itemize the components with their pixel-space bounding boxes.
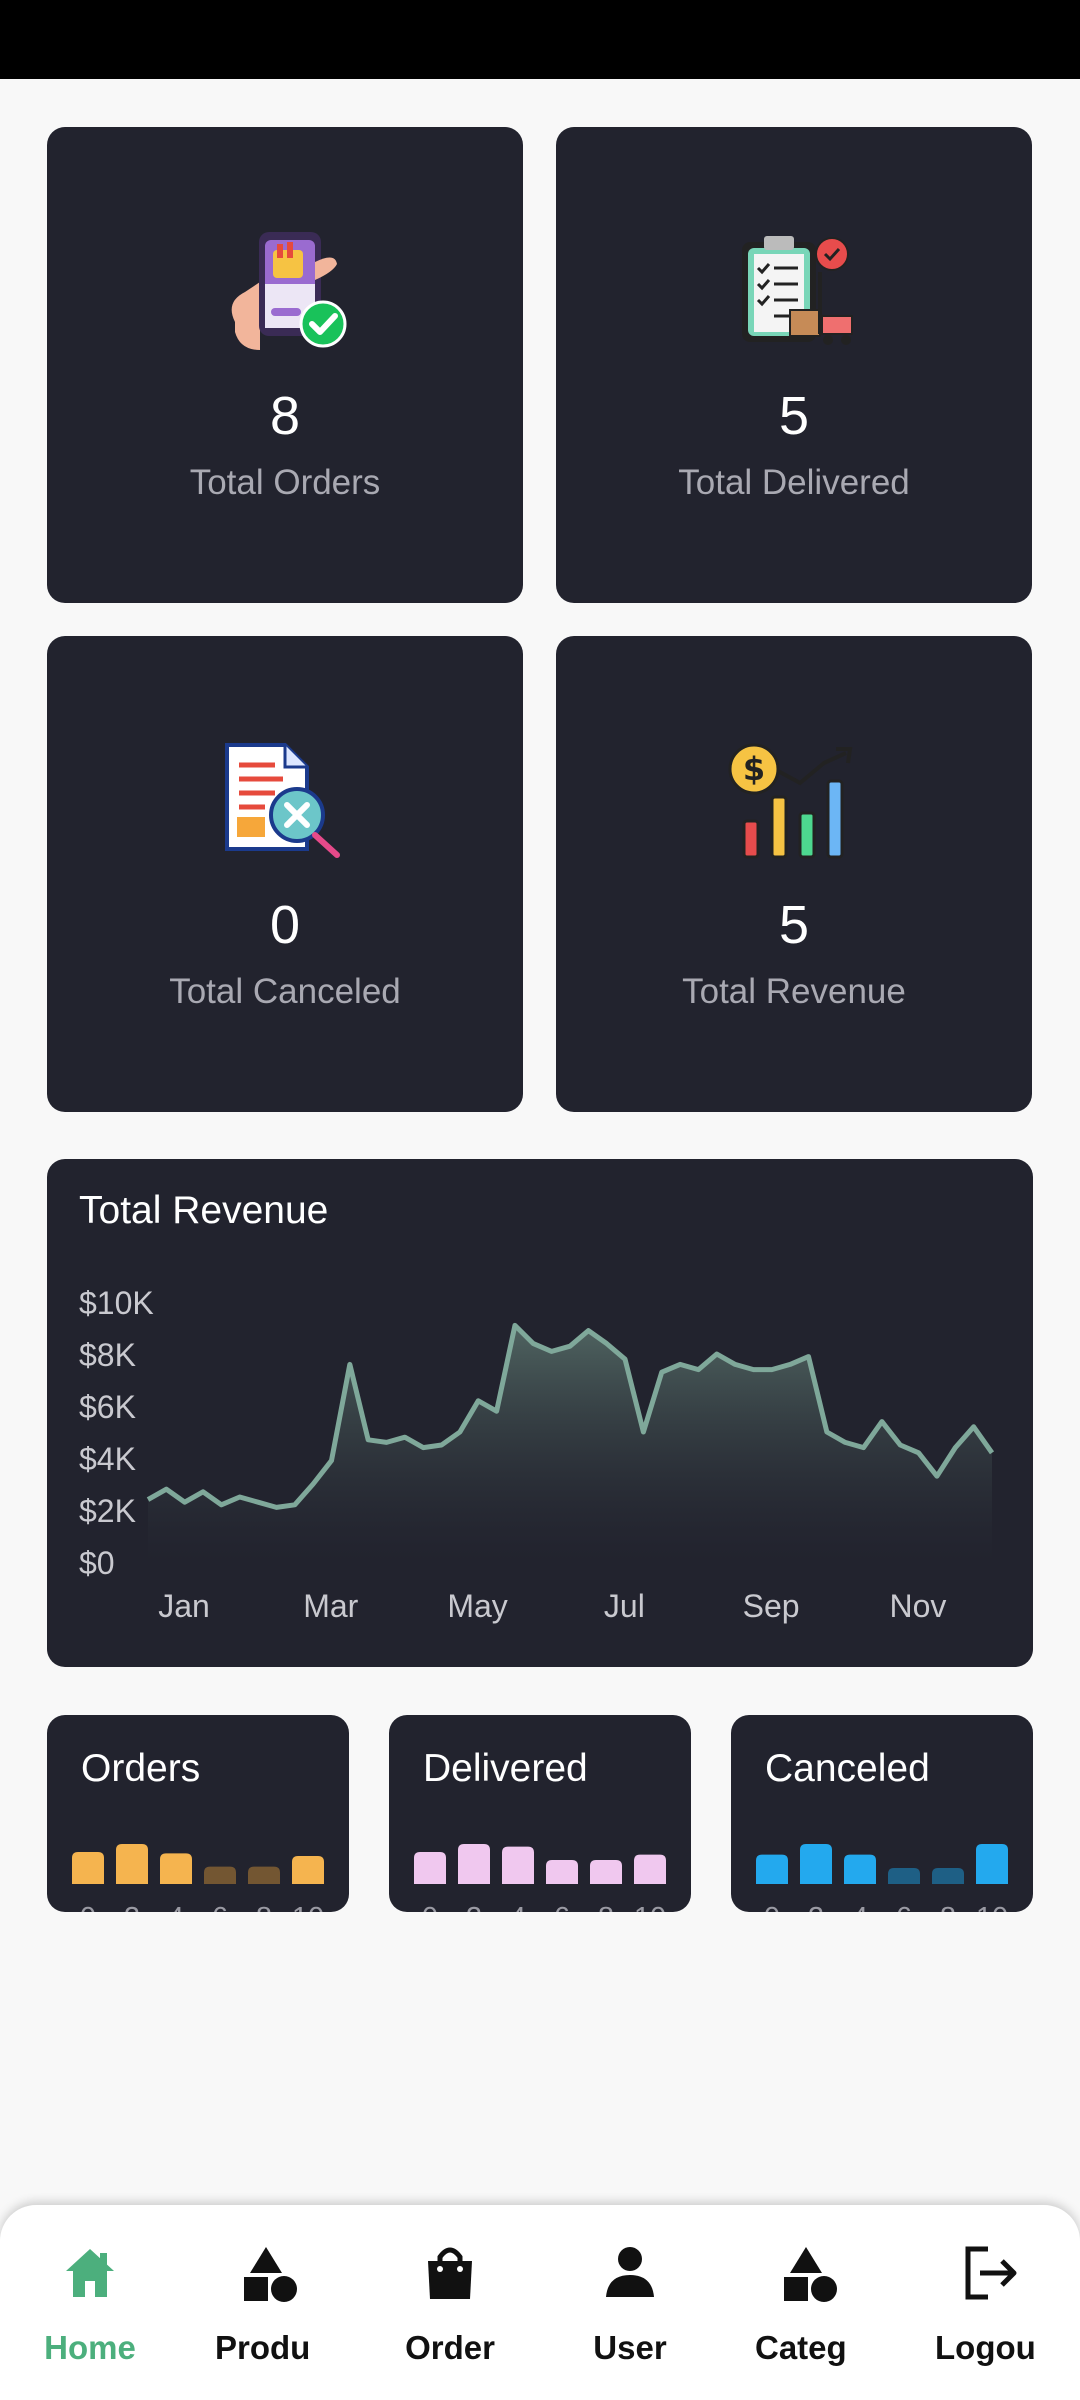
total-delivered-card[interactable]: 5 Total Delivered	[556, 127, 1032, 603]
nav-label: User	[593, 2329, 667, 2366]
total-revenue-card[interactable]: $ 5 Total Revenue	[556, 636, 1032, 1112]
x-tick-label: Jul	[604, 1588, 645, 1624]
logout-icon	[965, 2246, 1017, 2300]
x-tick-label: Mar	[303, 1588, 358, 1624]
x-tick-label: Jan	[158, 1588, 210, 1624]
nav-label: Home	[44, 2329, 136, 2366]
x-tick-label: 4	[852, 1902, 868, 1912]
revenue-area-chart: $0 $2K $4K $6K $8K $10K Jan Mar May Jul Sep Nov	[79, 1285, 995, 1624]
x-tick-label: 8	[598, 1902, 614, 1912]
x-tick-label: 8	[256, 1902, 272, 1912]
bar	[844, 1854, 876, 1884]
nav-item-home[interactable]: Home	[0, 2205, 180, 2400]
x-tick-label: 2	[808, 1902, 824, 1912]
nav-label: Categ	[755, 2329, 847, 2366]
bar	[932, 1868, 964, 1884]
phone-order-icon	[231, 232, 347, 350]
stat-value: 8	[269, 386, 301, 446]
stat-label: Total Revenue	[682, 972, 906, 1011]
user-icon	[606, 2247, 654, 2297]
svg-text:$: $	[743, 750, 765, 788]
x-tick-label: 10	[634, 1902, 666, 1912]
canceled-mini-card: Canceled 0246810	[731, 1715, 1033, 1912]
nav-item-categories[interactable]: Categ	[720, 2205, 900, 2400]
bar	[204, 1866, 236, 1884]
orders-bar-chart: 0 2 4 6 8 10	[72, 1844, 324, 1912]
stat-value: 0	[269, 895, 301, 955]
x-tick-label: 2	[124, 1902, 140, 1912]
bar	[888, 1868, 920, 1884]
stat-label: Total Delivered	[678, 463, 910, 502]
nav-item-orders[interactable]: Order	[360, 2205, 540, 2400]
bar	[292, 1856, 324, 1884]
nav-item-products[interactable]: Produ	[180, 2205, 360, 2400]
y-tick-label: $0	[79, 1545, 115, 1581]
nav-item-user[interactable]: User	[540, 2205, 720, 2400]
y-tick-label: $6K	[79, 1389, 136, 1425]
x-tick-label: 6	[554, 1902, 570, 1912]
x-tick-label: Nov	[889, 1588, 946, 1624]
bar	[546, 1860, 578, 1884]
y-tick-label: $8K	[79, 1337, 136, 1373]
x-tick-label: 8	[940, 1902, 956, 1912]
nav-label: Order	[405, 2329, 495, 2366]
nav-item-logout[interactable]: Logou	[900, 2205, 1080, 2400]
stat-value: 5	[778, 895, 810, 955]
shopping-bag-icon	[428, 2247, 472, 2299]
bar	[458, 1844, 490, 1884]
clipboard-delivery-icon	[742, 236, 853, 345]
y-tick-label: $2K	[79, 1493, 136, 1529]
bar	[414, 1852, 446, 1884]
x-tick-label: 10	[976, 1902, 1008, 1912]
bar	[756, 1854, 788, 1884]
stat-value: 5	[778, 386, 810, 446]
x-tick-label: Sep	[743, 1588, 800, 1624]
bar	[590, 1860, 622, 1884]
bar	[116, 1844, 148, 1884]
x-tick-label: 4	[510, 1902, 526, 1912]
total-canceled-card[interactable]: 0 Total Canceled	[47, 636, 523, 1112]
x-tick-label: 0	[422, 1902, 438, 1912]
total-orders-card[interactable]: 8 Total Orders	[47, 127, 523, 603]
shapes-icon	[784, 2247, 837, 2302]
x-tick-label: 2	[466, 1902, 482, 1912]
status-bar	[0, 0, 1080, 79]
delivered-bar-chart: 0 2 4 6 8 10	[414, 1844, 666, 1912]
stat-label: Total Canceled	[169, 972, 401, 1011]
bar	[976, 1844, 1008, 1884]
orders-mini-card: Orders 0246810	[47, 1715, 349, 1912]
y-tick-label: $10K	[79, 1285, 154, 1321]
bar	[634, 1854, 666, 1884]
bottom-navigation: Home Produ Order User Categ Logou	[0, 2205, 1080, 2400]
bar	[502, 1846, 534, 1884]
home-icon	[66, 2249, 114, 2297]
bar	[800, 1844, 832, 1884]
canceled-bar-chart: 0 2 4 6 8 10	[756, 1844, 1008, 1912]
nav-label: Produ	[215, 2329, 311, 2366]
x-tick-label: 10	[292, 1902, 324, 1912]
revenue-chart-card: Total Revenue $0 $2K $4K $6K $8K $10K Jan Mar Ma…	[47, 1159, 1033, 1667]
bar	[72, 1852, 104, 1884]
x-tick-label: May	[447, 1588, 507, 1624]
bar	[160, 1853, 192, 1884]
revenue-chart-icon: $	[728, 743, 853, 859]
x-tick-label: 0	[80, 1902, 96, 1912]
x-tick-label: 0	[764, 1902, 780, 1912]
bar	[248, 1866, 280, 1884]
x-tick-label: 6	[896, 1902, 912, 1912]
nav-label: Logou	[935, 2329, 1036, 2366]
delivered-mini-card: Delivered 0246810	[389, 1715, 691, 1912]
x-tick-label: 6	[212, 1902, 228, 1912]
y-tick-label: $4K	[79, 1441, 136, 1477]
document-canceled-icon	[225, 743, 340, 858]
shapes-icon	[244, 2247, 297, 2302]
stat-label: Total Orders	[189, 463, 381, 502]
x-tick-label: 4	[168, 1902, 184, 1912]
